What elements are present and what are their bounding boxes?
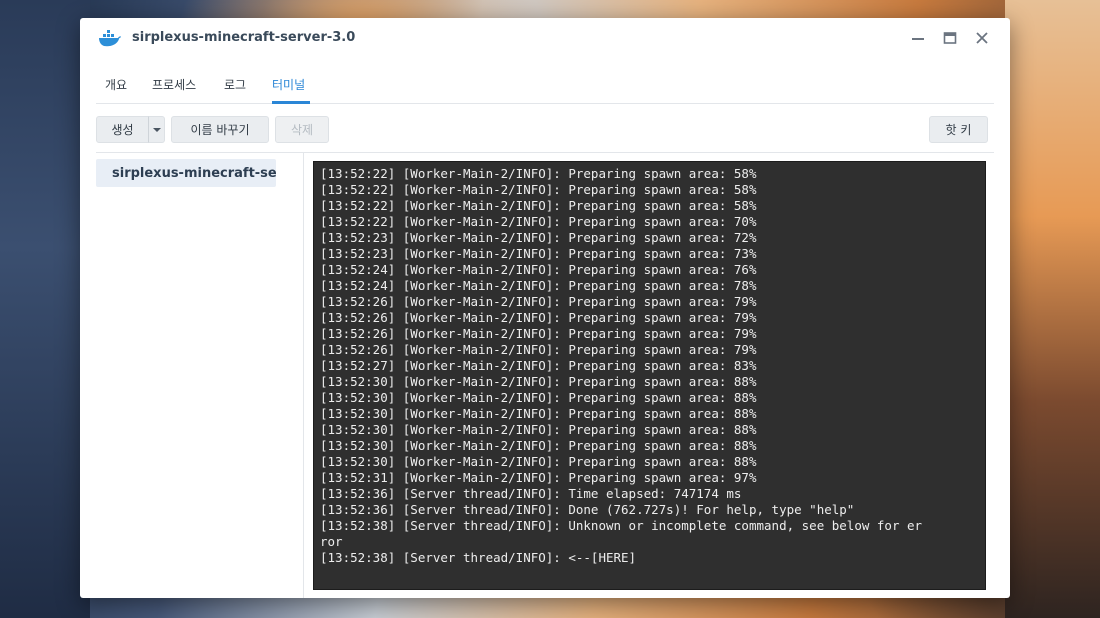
terminal-line: [13:52:22] [Worker-Main-2/INFO]: Prepari… [320,182,757,197]
terminal-line: [13:52:26] [Worker-Main-2/INFO]: Prepari… [320,294,757,309]
active-tab-indicator [272,101,310,104]
terminal-line: [13:52:38] [Server thread/INFO]: Unknown… [320,518,923,533]
tab-overview[interactable]: 개요 [105,76,127,93]
terminal-lines: [13:52:22] [Worker-Main-2/INFO]: Prepari… [320,166,985,566]
tab-bar: 개요 프로세스 로그 터미널 [96,70,994,104]
sidebar: sirplexus-minecraft-server-3.0 [80,153,304,598]
terminal-line: [13:52:22] [Worker-Main-2/INFO]: Prepari… [320,198,757,213]
terminal-line: [13:52:26] [Worker-Main-2/INFO]: Prepari… [320,326,757,341]
tab-log[interactable]: 로그 [224,76,246,93]
terminal-line: [13:52:27] [Worker-Main-2/INFO]: Prepari… [320,358,757,373]
tab-terminal[interactable]: 터미널 [272,76,305,93]
terminal-line: [13:52:22] [Worker-Main-2/INFO]: Prepari… [320,166,757,181]
minimize-icon[interactable] [908,28,928,48]
terminal-line: [13:52:30] [Worker-Main-2/INFO]: Prepari… [320,406,757,421]
terminal-line: [13:52:36] [Server thread/INFO]: Done (7… [320,502,855,517]
terminal-line: [13:52:26] [Worker-Main-2/INFO]: Prepari… [320,310,757,325]
terminal-line: [13:52:30] [Worker-Main-2/INFO]: Prepari… [320,438,757,453]
terminal-line: [13:52:30] [Worker-Main-2/INFO]: Prepari… [320,422,757,437]
terminal-line: [13:52:24] [Worker-Main-2/INFO]: Prepari… [320,278,757,293]
terminal-line: [13:52:23] [Worker-Main-2/INFO]: Prepari… [320,230,757,245]
hotkey-button[interactable]: 핫 키 [929,116,988,143]
tab-process[interactable]: 프로세스 [152,76,196,93]
terminal-line: [13:52:22] [Worker-Main-2/INFO]: Prepari… [320,214,757,229]
window-title: sirplexus-minecraft-server-3.0 [132,30,356,45]
terminal-line: [13:52:24] [Worker-Main-2/INFO]: Prepari… [320,262,757,277]
terminal-line: [13:52:30] [Worker-Main-2/INFO]: Prepari… [320,390,757,405]
docker-whale-icon [98,28,122,48]
terminal-line: [13:52:38] [Server thread/INFO]: <--[HER… [320,550,637,565]
sidebar-item-terminal-session[interactable]: sirplexus-minecraft-server-3.0 [96,159,276,187]
desktop-wallpaper-left [0,0,90,618]
delete-button[interactable]: 삭제 [275,116,329,143]
terminal-line: [13:52:36] [Server thread/INFO]: Time el… [320,486,742,501]
chevron-down-icon [152,127,161,132]
create-button[interactable]: 생성 [96,116,149,143]
terminal-line: [13:52:23] [Worker-Main-2/INFO]: Prepari… [320,246,757,261]
desktop-wallpaper-right [1005,0,1100,618]
close-icon[interactable] [972,28,992,48]
app-window: sirplexus-minecraft-server-3.0 개요 프로세스 로… [80,18,1010,598]
terminal-line: [13:52:30] [Worker-Main-2/INFO]: Prepari… [320,374,757,389]
title-bar[interactable]: sirplexus-minecraft-server-3.0 [80,18,1010,58]
toolbar: 생성 이름 바꾸기 삭제 핫 키 [96,116,994,144]
maximize-icon[interactable] [940,28,960,48]
create-dropdown-button[interactable] [148,116,165,143]
terminal-line: ror [320,534,343,549]
terminal-output[interactable]: [13:52:22] [Worker-Main-2/INFO]: Prepari… [313,161,986,590]
rename-button[interactable]: 이름 바꾸기 [171,116,269,143]
terminal-line: [13:52:26] [Worker-Main-2/INFO]: Prepari… [320,342,757,357]
terminal-line: [13:52:31] [Worker-Main-2/INFO]: Prepari… [320,470,757,485]
terminal-line: [13:52:30] [Worker-Main-2/INFO]: Prepari… [320,454,757,469]
